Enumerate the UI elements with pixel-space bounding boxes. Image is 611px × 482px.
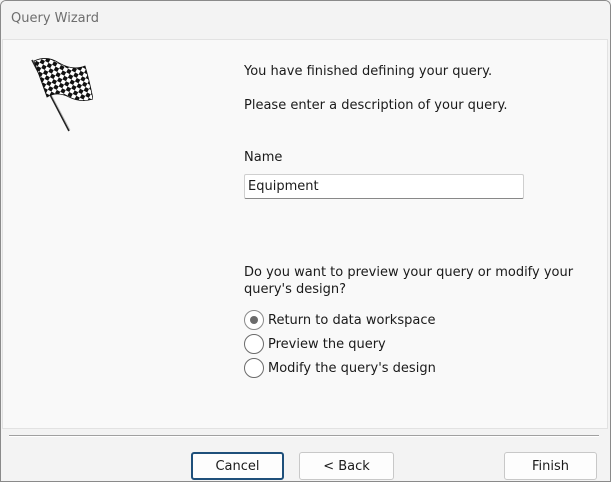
checkered-flag-icon xyxy=(31,58,93,132)
cancel-button[interactable]: Cancel xyxy=(191,452,284,480)
back-button[interactable]: < Back xyxy=(299,452,394,480)
enter-description-message: Please enter a description of your query… xyxy=(244,98,508,113)
radio-preview-label: Preview the query xyxy=(268,336,386,352)
window-title: Query Wizard xyxy=(11,11,99,26)
radio-preview-query[interactable]: Preview the query xyxy=(244,334,386,354)
radio-button-selected[interactable] xyxy=(244,310,264,330)
radio-return-label: Return to data workspace xyxy=(268,312,436,328)
preview-question: Do you want to preview your query or mod… xyxy=(244,265,574,297)
button-separator xyxy=(9,435,599,437)
finish-button[interactable]: Finish xyxy=(504,452,597,480)
finished-message: You have finished defining your query. xyxy=(244,64,493,79)
title-bar[interactable]: Query Wizard xyxy=(1,1,610,39)
name-input[interactable] xyxy=(244,174,524,199)
query-wizard-window: Query Wizard You have finished defining … xyxy=(0,0,611,482)
radio-modify-design[interactable]: Modify the query's design xyxy=(244,358,436,378)
radio-modify-label: Modify the query's design xyxy=(268,360,436,376)
radio-button[interactable] xyxy=(244,334,264,354)
radio-return-to-workspace[interactable]: Return to data workspace xyxy=(244,310,435,330)
name-label: Name xyxy=(244,150,283,165)
radio-button[interactable] xyxy=(244,358,264,378)
